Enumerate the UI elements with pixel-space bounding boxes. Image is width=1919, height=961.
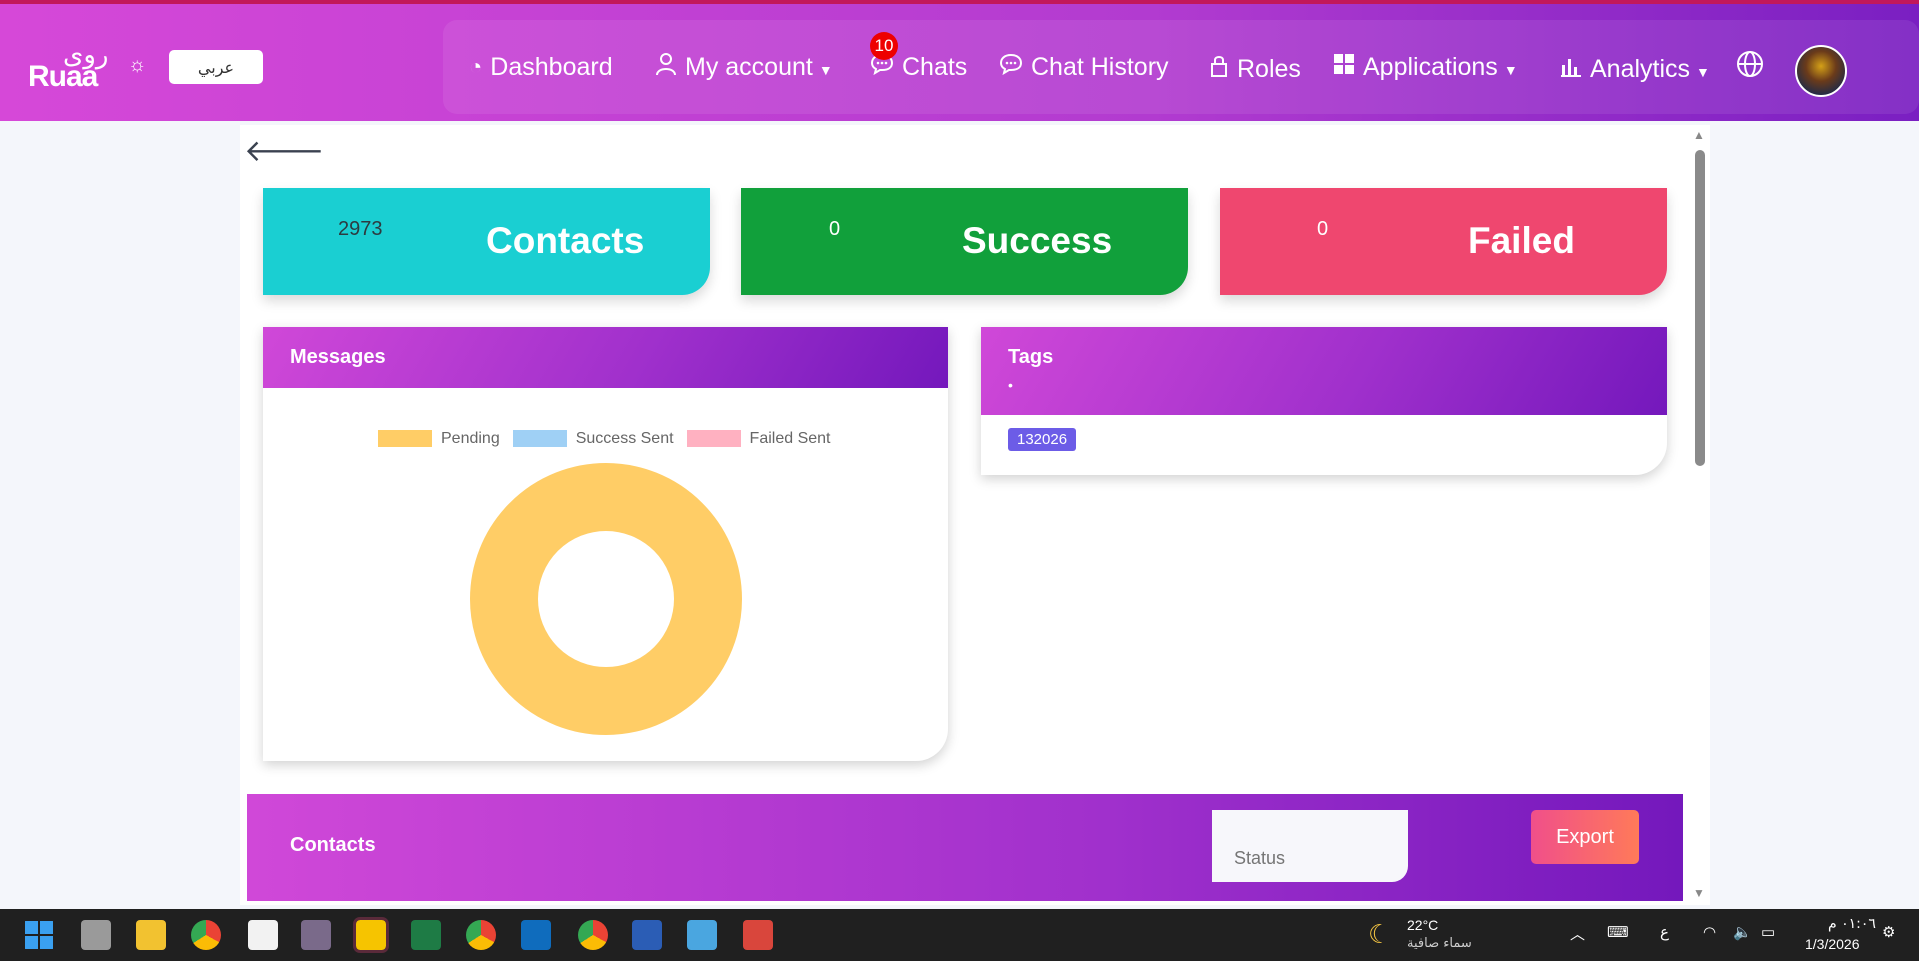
windows-icon [1333, 53, 1355, 81]
calendar-app-icon[interactable] [743, 920, 773, 950]
volume-icon[interactable]: 🔈 [1733, 923, 1752, 941]
status-filter-input[interactable] [1212, 810, 1408, 882]
notepad-icon[interactable] [687, 920, 717, 950]
stat-contacts-label: Contacts [486, 220, 645, 261]
nav-roles-label: Roles [1237, 54, 1301, 83]
tag-badge[interactable]: 132026 [1008, 428, 1077, 451]
back-arrow-icon[interactable]: 🡐 [244, 133, 324, 169]
chrome-profile-icon[interactable] [466, 920, 496, 950]
bar-chart-icon [1560, 55, 1582, 83]
brand-name-en: Ruaa [28, 60, 98, 93]
file-icon[interactable] [248, 920, 278, 950]
nav-applications[interactable]: Applications ▼ [1333, 20, 1518, 114]
messages-donut-chart [470, 463, 742, 735]
dashboard-gauge-icon: ◔ [469, 54, 483, 79]
lock-icon [1209, 54, 1229, 84]
sticky-notes-icon[interactable] [353, 917, 389, 953]
outlook-icon[interactable] [521, 920, 551, 950]
stat-failed-value: 0 [1317, 218, 1329, 240]
chevron-up-icon[interactable]: ︿ [1570, 923, 1585, 944]
chats-unread-badge: 10 [870, 32, 898, 60]
contacts-toolbar: Contacts [247, 794, 1683, 901]
chevron-down-icon: ▼ [1696, 64, 1710, 80]
nav-my-account-label: My account [685, 52, 813, 81]
chart-legend: Pending Success Sent Failed Sent [378, 430, 830, 448]
start-icon[interactable] [24, 920, 54, 950]
stat-success-value: 0 [829, 218, 841, 240]
nav-chats-label: Chats [902, 52, 968, 81]
stat-card-success: 0 Success [741, 188, 1188, 295]
chrome-icon[interactable] [191, 920, 221, 950]
donut-slice-pending[interactable] [470, 463, 742, 735]
tags-dot: • [1008, 377, 1013, 393]
input-language[interactable]: ع [1660, 923, 1669, 941]
chevron-down-icon: ▼ [1503, 62, 1518, 78]
nav-analytics[interactable]: Analytics ▼ [1560, 22, 1710, 116]
scrollbar-thumb[interactable] [1695, 150, 1705, 466]
export-button[interactable]: Export [1531, 810, 1639, 864]
tags-panel-title: Tags [1008, 346, 1054, 368]
messages-panel-title: Messages [263, 327, 948, 388]
legend-pending-label: Pending [441, 430, 500, 447]
contacts-toolbar-title: Contacts [290, 834, 376, 856]
word-icon[interactable] [632, 920, 662, 950]
legend-success-label: Success Sent [575, 430, 674, 447]
stat-card-contacts: 2973 Contacts [263, 188, 710, 295]
language-globe-button[interactable] [1736, 20, 1772, 114]
notifications-icon[interactable]: ⚙ [1882, 923, 1895, 941]
taskbar-date[interactable]: 1/3/2026 [1805, 936, 1860, 952]
tags-panel: Tags • [981, 327, 1667, 475]
page-scrollbar[interactable]: ▲ ▼ [1693, 128, 1707, 900]
weather-description: سماء صافية [1407, 936, 1472, 951]
language-switch-button[interactable]: عربي [169, 50, 263, 84]
globe-icon [1736, 50, 1764, 84]
scroll-down-icon[interactable]: ▼ [1693, 886, 1705, 900]
legend-failed-label: Failed Sent [749, 430, 831, 447]
stat-success-label: Success [962, 220, 1113, 261]
nav-dashboard-label: Dashboard [490, 52, 613, 81]
chrome-alt-icon[interactable] [578, 920, 608, 950]
nav-my-account[interactable]: My account ▼ [655, 20, 833, 114]
snipping-tool-icon[interactable] [301, 920, 331, 950]
nav-dashboard[interactable]: ◔ Dashboard [469, 20, 613, 114]
legend-success-sent[interactable]: Success Sent [512, 430, 674, 448]
file-explorer-icon[interactable] [136, 920, 166, 950]
battery-icon[interactable]: ▭ [1761, 923, 1775, 941]
chat-history-icon [999, 53, 1023, 81]
moon-weather-icon[interactable]: ☾ [1368, 919, 1391, 950]
nav-applications-label: Applications [1363, 52, 1498, 81]
user-avatar[interactable] [1795, 45, 1847, 97]
weather-temperature: 22°C [1407, 917, 1439, 933]
legend-pending[interactable]: Pending [378, 430, 500, 448]
keyboard-icon[interactable]: ⌨ [1607, 923, 1629, 941]
task-view-icon[interactable] [81, 920, 111, 950]
scroll-up-icon[interactable]: ▲ [1693, 128, 1705, 142]
top-navbar: روى Ruaa ☼ عربي ◔ Dashboard My account ▼… [0, 4, 1919, 121]
excel-icon[interactable] [411, 920, 441, 950]
user-icon [655, 52, 677, 82]
nav-chat-history[interactable]: Chat History [999, 20, 1169, 114]
stat-card-failed: 0 Failed [1220, 188, 1667, 295]
stat-contacts-value: 2973 [338, 218, 383, 240]
legend-failed-sent[interactable]: Failed Sent [686, 430, 831, 448]
stat-failed-label: Failed [1468, 220, 1575, 261]
taskbar-time[interactable]: ٠١:٠٦ م [1828, 916, 1876, 932]
tags-panel-header: Tags • [981, 327, 1667, 415]
nav-roles[interactable]: Roles [1209, 22, 1301, 116]
nav-chat-history-label: Chat History [1031, 52, 1169, 81]
theme-toggle-icon[interactable]: ☼ [128, 54, 146, 77]
main-nav: ◔ Dashboard My account ▼ Chats Chat Hist… [443, 20, 1919, 114]
nav-analytics-label: Analytics [1590, 54, 1691, 83]
wifi-icon[interactable]: ◠ [1703, 923, 1716, 941]
windows-taskbar: ☾ 22°C سماء صافية ︿ ⌨ ع ◠ 🔈 ▭ ٠١:٠٦ م 1/… [0, 909, 1919, 961]
chevron-down-icon: ▼ [818, 62, 833, 78]
